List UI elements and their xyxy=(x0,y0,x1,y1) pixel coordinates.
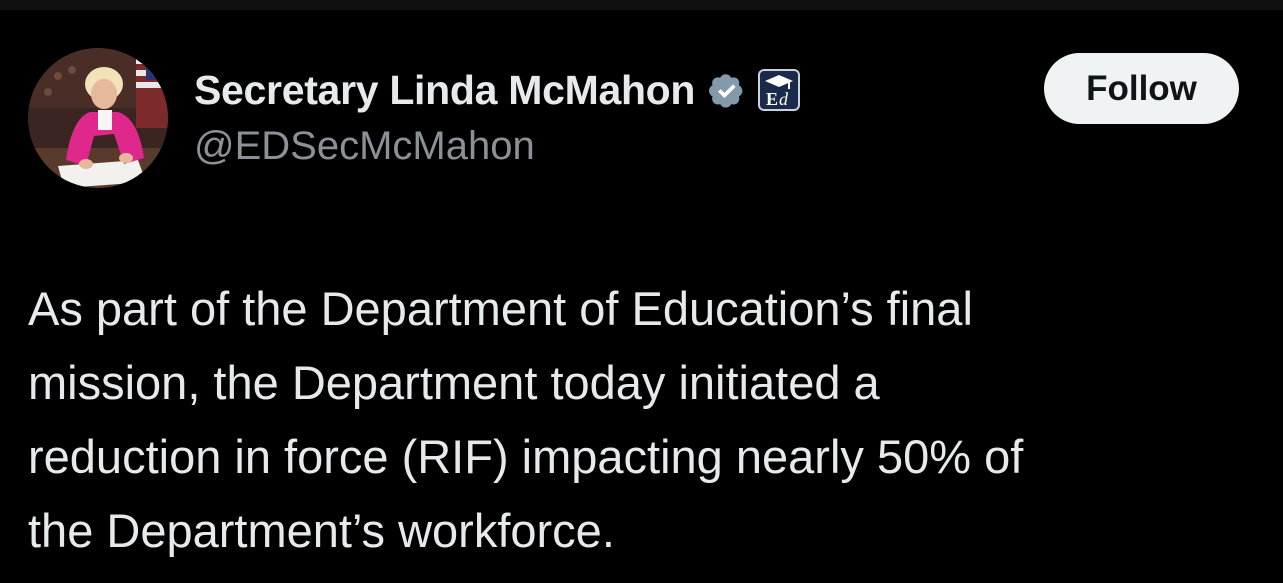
tweet-text-line: reduction in force (RIF) impacting nearl… xyxy=(28,430,1024,483)
tweet-text-line: the Department’s workforce. xyxy=(28,504,615,557)
tweet-text-line: As part of the Department of Education’s… xyxy=(28,282,973,335)
name-row: Secretary Linda McMahon E d xyxy=(194,62,801,118)
tweet-text-line: mission, the Department today initiated … xyxy=(28,356,880,409)
verified-badge-icon[interactable] xyxy=(705,68,749,112)
svg-text:d: d xyxy=(779,89,789,109)
tweet-text: As part of the Department of Education’s… xyxy=(28,272,1258,568)
display-name[interactable]: Secretary Linda McMahon xyxy=(194,67,695,114)
tweet-card: Secretary Linda McMahon E d @EDSecMcMaho… xyxy=(0,0,1283,583)
department-of-education-badge-icon[interactable]: E d xyxy=(757,68,801,112)
svg-text:E: E xyxy=(766,89,778,109)
follow-button[interactable]: Follow xyxy=(1044,53,1239,124)
tweet-header: Secretary Linda McMahon E d @EDSecMcMaho… xyxy=(194,62,801,169)
avatar[interactable] xyxy=(28,48,168,188)
avatar-photo xyxy=(28,48,168,188)
user-handle[interactable]: @EDSecMcMahon xyxy=(194,124,801,169)
